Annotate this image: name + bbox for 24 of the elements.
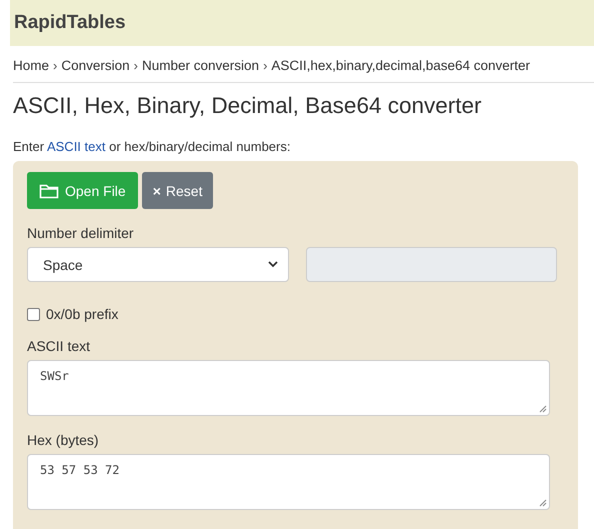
- text-area[interactable]: SWSr: [27, 360, 550, 416]
- resize-grip-icon[interactable]: [538, 498, 547, 507]
- breadcrumb-separator: ›: [134, 58, 138, 73]
- folder-icon: [39, 182, 59, 198]
- breadcrumb-link[interactable]: Number conversion: [142, 58, 260, 73]
- breadcrumb-link[interactable]: Conversion: [61, 58, 130, 73]
- checkbox-label: 0x/0b prefix: [46, 306, 118, 322]
- breadcrumb-link[interactable]: ASCII,hex,binary,decimal,base64 converter: [271, 58, 530, 73]
- delimiter-select[interactable]: Space: [27, 247, 289, 282]
- field-label: Hex (bytes): [27, 432, 100, 448]
- breadcrumb-link[interactable]: Home: [13, 58, 50, 73]
- ascii-text-link[interactable]: ASCII text: [46, 139, 106, 154]
- chevron-down-icon: [268, 261, 278, 268]
- site-logo[interactable]: RapidTables: [14, 12, 126, 34]
- reset-button[interactable]: × Reset: [142, 172, 214, 209]
- field-label: ASCII text: [27, 338, 92, 354]
- text-area[interactable]: 53 57 53 72: [27, 454, 550, 510]
- resize-grip-icon[interactable]: [538, 404, 547, 413]
- checkbox[interactable]: [27, 308, 40, 320]
- intro-text: Enter ASCII text or hex/binary/decimal numbers:: [13, 139, 292, 154]
- breadcrumb-separator: ›: [53, 58, 58, 73]
- breadcrumb-separator: ›: [263, 58, 268, 73]
- page-title: ASCII, Hex, Binary, Decimal, Base64 converter: [13, 93, 483, 119]
- field-label: Number delimiter: [27, 225, 135, 241]
